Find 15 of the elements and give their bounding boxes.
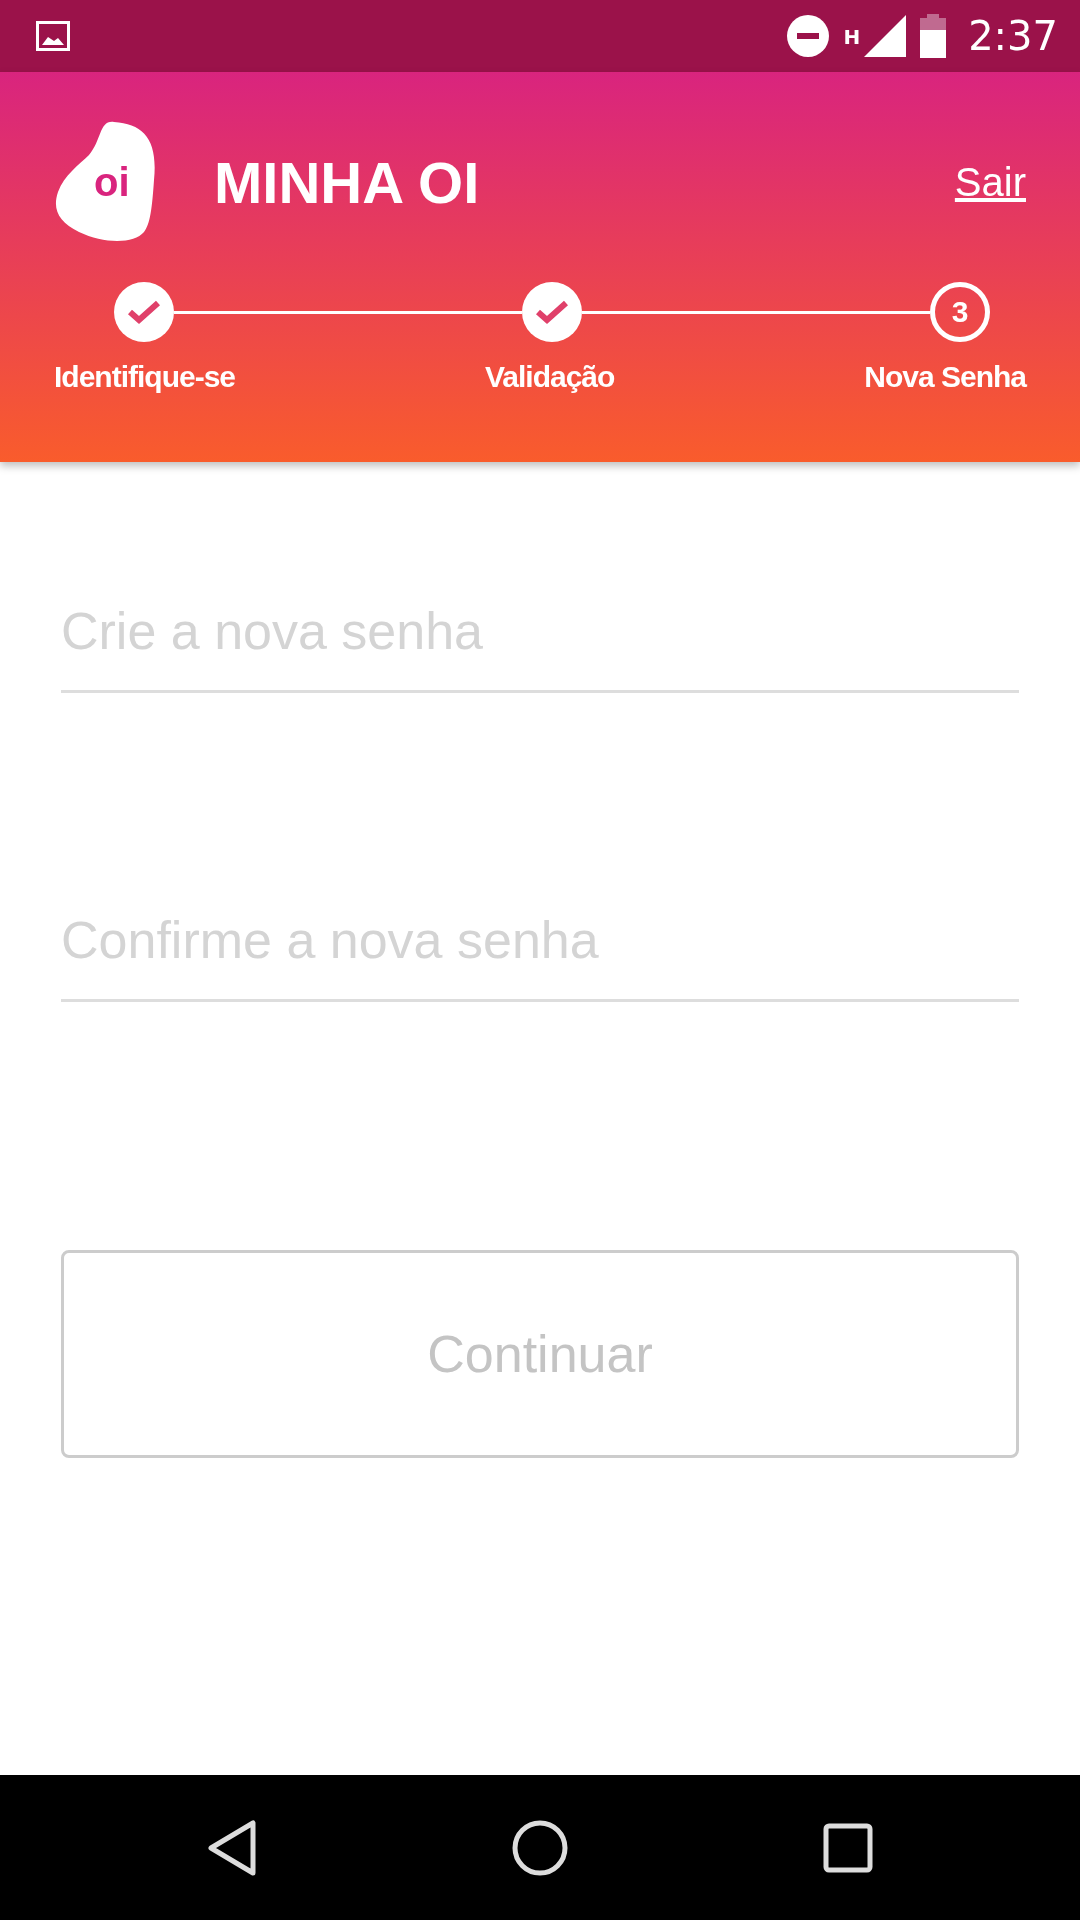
- signal-icon: [864, 15, 907, 57]
- recents-icon[interactable]: [822, 1822, 873, 1873]
- home-icon[interactable]: [512, 1819, 568, 1876]
- step-label: Validação: [484, 360, 615, 394]
- back-icon[interactable]: [207, 1819, 258, 1876]
- logout-link[interactable]: Sair: [954, 159, 1026, 205]
- network-type: H: [843, 25, 861, 49]
- do-not-disturb-icon: [787, 15, 830, 57]
- step-number: 3: [930, 282, 990, 342]
- image-icon: [36, 21, 70, 51]
- battery-icon: [920, 14, 947, 58]
- step-label: Nova Senha: [864, 360, 1026, 394]
- app-title: MINHA OI: [214, 148, 481, 216]
- clock: 2:37: [968, 13, 1058, 59]
- step-label: Identifique-se: [54, 360, 235, 394]
